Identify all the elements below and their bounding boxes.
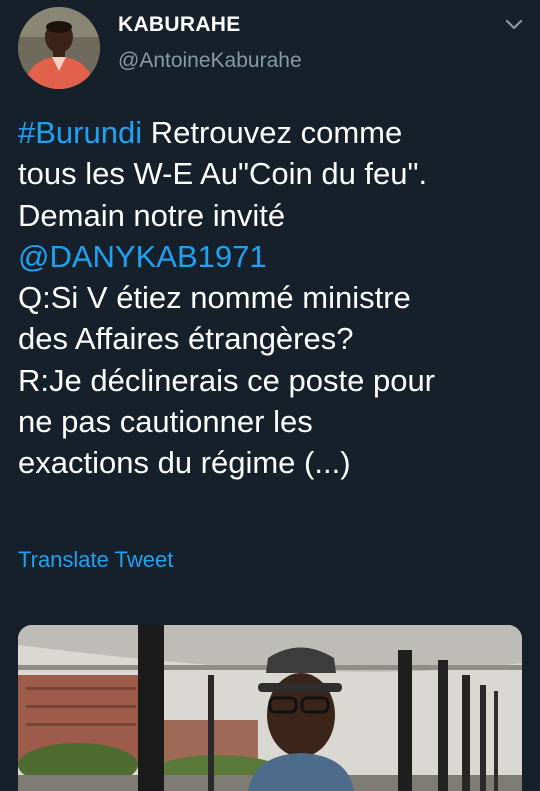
tweet-text-line: Q:Si V étiez nommé ministre xyxy=(18,277,528,318)
tweet-photo xyxy=(18,625,522,791)
tweet-text-segment: des Affaires étrangères? xyxy=(18,321,354,357)
avatar[interactable] xyxy=(18,7,100,89)
tweet-text-segment: ne pas cautionner les xyxy=(18,404,313,440)
tweet: KABURAHE @AntoineKaburahe #Burundi Retro… xyxy=(0,0,540,791)
chevron-down-icon[interactable] xyxy=(500,14,528,36)
mention-link[interactable]: @DANYKAB1971 xyxy=(18,239,267,274)
tweet-text: #Burundi Retrouvez comme tous les W-E Au"… xyxy=(18,112,528,484)
tweet-text-segment: R:Je déclinerais ce poste pour xyxy=(18,362,436,398)
translate-tweet-link[interactable]: Translate Tweet xyxy=(18,547,173,573)
tweet-media[interactable] xyxy=(18,625,522,791)
tweet-text-line: des Affaires étrangères? xyxy=(18,318,528,359)
tweet-text-line: ne pas cautionner les xyxy=(18,401,528,442)
tweet-text-segment: Q:Si V étiez nommé ministre xyxy=(18,280,411,316)
avatar-photo xyxy=(18,7,100,89)
tweet-text-line: R:Je déclinerais ce poste pour xyxy=(18,360,528,401)
tweet-text-line: exactions du régime (...) xyxy=(18,442,528,483)
tweet-text-line: Demain notre invité xyxy=(18,195,528,236)
tweet-text-segment: exactions du régime (...) xyxy=(18,445,351,481)
display-name[interactable]: KABURAHE xyxy=(118,13,241,37)
hashtag-link[interactable]: #Burundi xyxy=(18,115,142,150)
tweet-text-line: tous les W-E Au"Coin du feu". xyxy=(18,153,528,194)
tweet-text-segment: Retrouvez comme xyxy=(142,115,403,150)
username-handle[interactable]: @AntoineKaburahe xyxy=(118,49,302,73)
tweet-text-line: @DANYKAB1971 xyxy=(18,236,528,277)
tweet-text-segment: tous les W-E Au"Coin du feu". xyxy=(18,156,428,192)
tweet-text-line: #Burundi Retrouvez comme xyxy=(18,112,528,153)
tweet-text-segment: Demain notre invité xyxy=(18,197,286,233)
